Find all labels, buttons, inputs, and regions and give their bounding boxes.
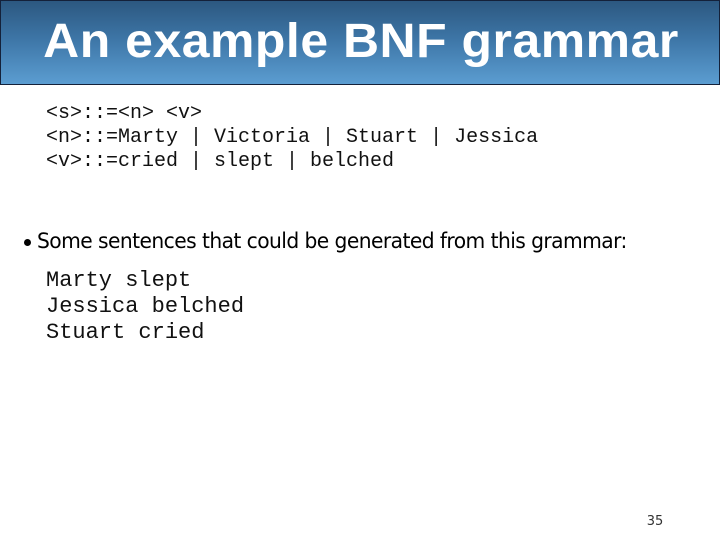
grammar-rule-s: <s>::=<n> <v> (46, 102, 203, 125)
bullet-text: Some sentences that could be generated f… (37, 229, 627, 253)
bullet-point: Some sentences that could be generated f… (24, 226, 648, 256)
grammar-rules: <s>::=<n> <v> <n>::=Marty | Victoria | S… (46, 102, 538, 174)
example-sentences: Marty slept Jessica belched Stuart cried (46, 268, 244, 346)
bullet-icon (24, 238, 31, 246)
example-sentence: Marty slept (46, 268, 192, 293)
slide-title: An example BNF grammar (43, 15, 679, 68)
page-number: 35 (646, 514, 664, 529)
example-sentence: Jessica belched (46, 294, 245, 319)
example-sentence: Stuart cried (46, 320, 205, 345)
title-bar: An example BNF grammar (0, 0, 720, 85)
grammar-rule-v: <v>::=cried | slept | belched (46, 150, 395, 173)
grammar-rule-n: <n>::=Marty | Victoria | Stuart | Jessic… (46, 126, 539, 149)
slide: An example BNF grammar <s>::=<n> <v> <n>… (0, 0, 720, 540)
